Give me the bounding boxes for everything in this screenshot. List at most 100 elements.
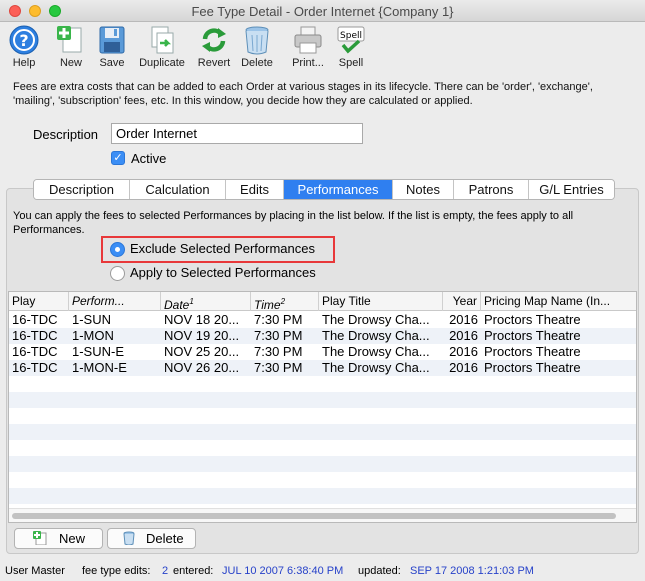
duplicate-button[interactable]: Duplicate [139, 25, 185, 69]
cell-performance: 1-SUN-E [72, 344, 125, 359]
column-header-play[interactable]: Play [9, 292, 69, 311]
cell-play-title: The Drowsy Cha... [322, 328, 430, 343]
cell-year: 2016 [449, 312, 478, 327]
table-row[interactable]: 16-TDC 1-MON NOV 19 20... 7:30 PM The Drowsy… [9, 328, 636, 344]
revert-button[interactable]: Revert [191, 25, 237, 69]
cell-play: 16-TDC [12, 360, 58, 375]
spell-check-icon: Spell [335, 25, 367, 55]
cell-time: 7:30 PM [254, 328, 303, 343]
cell-play-title: The Drowsy Cha... [322, 312, 430, 327]
revert-arrows-icon [198, 25, 230, 55]
column-header-time-label: Time [254, 298, 281, 311]
exclude-selected-label: Exclude Selected Performances [130, 241, 315, 256]
tab-patrons[interactable]: Patrons [454, 180, 529, 199]
status-updated-value: SEP 17 2008 1:21:03 PM [410, 565, 534, 577]
apply-selected-radio[interactable] [110, 266, 125, 281]
cell-date: NOV 26 20... [164, 360, 240, 375]
cell-time: 7:30 PM [254, 344, 303, 359]
performances-info-text: You can apply the fees to selected Perfo… [13, 210, 574, 236]
column-header-date-label: Date [164, 298, 190, 311]
table-row[interactable]: 16-TDC 1-MON-E NOV 26 20... 7:30 PM The Drow… [9, 360, 636, 376]
date-sort-order: 1 [189, 297, 194, 306]
table-row-empty[interactable] [9, 408, 636, 424]
svg-text:?: ? [19, 31, 28, 50]
column-header-time[interactable]: Time2 [251, 292, 319, 311]
cell-play-title: The Drowsy Cha... [322, 360, 430, 375]
tab-gl-entries[interactable]: G/L Entries [529, 180, 614, 199]
table-row[interactable]: 16-TDC 1-SUN NOV 18 20... 7:30 PM The Drowsy… [9, 312, 636, 328]
trash-icon [241, 25, 273, 55]
cell-date: NOV 18 20... [164, 312, 240, 327]
column-header-performance[interactable]: Perform... [69, 292, 161, 311]
delete-toolbar-button[interactable]: Delete [234, 25, 280, 69]
spell-label: Spell [338, 57, 364, 69]
table-header: Play Perform... Date1 Time2 Play Title Y… [9, 292, 636, 311]
cell-time: 7:30 PM [254, 360, 303, 375]
delete-label: Delete [241, 57, 273, 69]
table-row-empty[interactable] [9, 440, 636, 456]
window-title: Fee Type Detail - Order Internet {Compan… [191, 4, 454, 19]
cell-play: 16-TDC [12, 312, 58, 327]
horizontal-scrollbar[interactable] [9, 508, 636, 522]
description-label: Description [33, 127, 99, 142]
help-icon: ? [8, 25, 40, 55]
new-button[interactable]: New [48, 25, 94, 69]
print-label: Print... [292, 57, 324, 69]
tab-edits[interactable]: Edits [226, 180, 284, 199]
column-header-year[interactable]: Year [443, 292, 481, 311]
title-bar: Fee Type Detail - Order Internet {Compan… [0, 0, 645, 22]
column-header-play-title[interactable]: Play Title [319, 292, 443, 311]
column-header-pricing-map[interactable]: Pricing Map Name (In... [481, 292, 636, 311]
tab-notes[interactable]: Notes [393, 180, 454, 199]
status-bar: User Master fee type edits: 2 entered: J… [0, 562, 645, 581]
performances-table[interactable]: Play Perform... Date1 Time2 Play Title Y… [8, 291, 637, 523]
tab-performances[interactable]: Performances [284, 180, 393, 199]
scrollbar-thumb[interactable] [12, 513, 616, 519]
description-input[interactable] [111, 123, 363, 144]
duplicate-label: Duplicate [139, 57, 185, 69]
cell-pricing-map: Proctors Theatre [484, 328, 581, 343]
duplicate-icon [146, 25, 178, 55]
table-row[interactable]: 16-TDC 1-SUN-E NOV 25 20... 7:30 PM The Drow… [9, 344, 636, 360]
cell-performance: 1-SUN [72, 312, 112, 327]
spell-button[interactable]: Spell Spell [328, 25, 374, 69]
help-label: Help [12, 57, 36, 69]
status-edits-label: fee type edits: [82, 565, 151, 577]
help-button[interactable]: ? Help [1, 25, 47, 69]
new-button-label: New [59, 531, 86, 546]
new-document-icon [55, 25, 87, 55]
spell-icon-text: Spell [340, 31, 362, 41]
printer-icon [292, 25, 324, 55]
table-row-empty[interactable] [9, 456, 636, 472]
cell-play: 16-TDC [12, 328, 58, 343]
intro-text: Fees are extra costs that can be added t… [13, 81, 593, 107]
cell-year: 2016 [449, 344, 478, 359]
trash-icon [122, 531, 136, 546]
table-row-empty[interactable] [9, 376, 636, 392]
add-performance-button[interactable]: New [14, 528, 103, 549]
fee-type-detail-window: Fee Type Detail - Order Internet {Compan… [0, 0, 645, 581]
delete-button-label: Delete [146, 531, 184, 546]
tab-description[interactable]: Description [34, 180, 130, 199]
save-button[interactable]: Save [89, 25, 135, 69]
active-checkbox[interactable]: ✓ [111, 151, 125, 165]
exclude-selected-radio[interactable] [110, 242, 125, 257]
cell-year: 2016 [449, 360, 478, 375]
add-icon [33, 531, 47, 546]
print-button[interactable]: Print... [285, 25, 331, 69]
tab-calculation[interactable]: Calculation [130, 180, 226, 199]
active-label: Active [131, 151, 167, 166]
cell-time: 7:30 PM [254, 312, 303, 327]
table-row-empty[interactable] [9, 424, 636, 440]
cell-pricing-map: Proctors Theatre [484, 344, 581, 359]
delete-performance-button[interactable]: Delete [107, 528, 196, 549]
status-edits-value: 2 [162, 565, 169, 577]
table-row-empty[interactable] [9, 488, 636, 504]
table-row-empty[interactable] [9, 472, 636, 488]
toolbar: ? Help New Save Duplicate Revert Delete … [0, 23, 645, 75]
cell-date: NOV 25 20... [164, 344, 240, 359]
column-header-date[interactable]: Date1 [161, 292, 251, 311]
column-header-performance-label: Perform... [72, 294, 125, 308]
table-row-empty[interactable] [9, 392, 636, 408]
revert-label: Revert [197, 57, 231, 69]
